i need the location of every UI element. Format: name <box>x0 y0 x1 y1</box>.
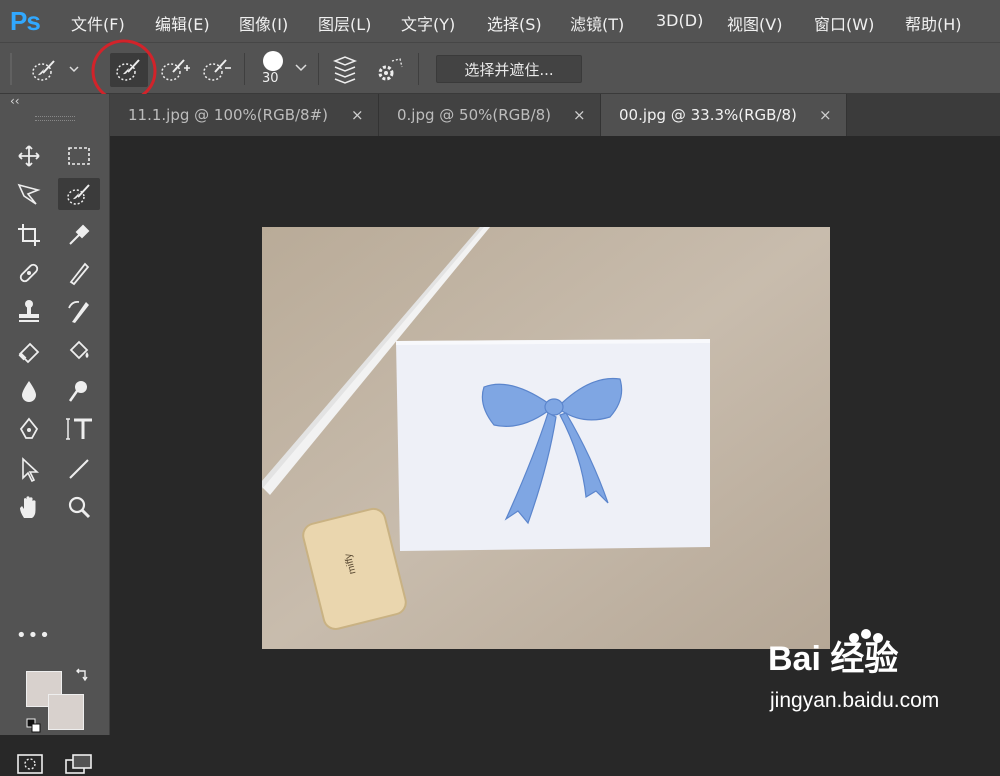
close-icon[interactable]: × <box>573 94 586 136</box>
menu-select[interactable]: 选择(S) <box>487 11 542 35</box>
crop-tool[interactable] <box>10 218 46 250</box>
document-tab-bar: 11.1.jpg @ 100%(RGB/8#) × 0.jpg @ 50%(RG… <box>110 94 1000 136</box>
svg-text:Bai 经验: Bai 经验 <box>768 639 898 678</box>
menu-edit[interactable]: 编辑(E) <box>155 11 210 35</box>
options-bar: 30 选择并遮住... <box>0 39 1000 103</box>
panel-grip[interactable] <box>35 116 75 121</box>
menu-window[interactable]: 窗口(W) <box>814 11 874 35</box>
add-to-selection-icon[interactable] <box>158 55 192 83</box>
menu-view[interactable]: 视图(V) <box>727 11 782 35</box>
brush-preview-icon[interactable] <box>261 49 285 73</box>
options-separator <box>318 53 319 85</box>
eraser-tool[interactable] <box>10 334 46 366</box>
photoshop-logo: Ps <box>10 6 41 36</box>
clone-stamp-tool[interactable] <box>10 294 46 326</box>
document-canvas[interactable]: miffy <box>262 227 830 649</box>
quick-selection-tool[interactable] <box>58 178 100 210</box>
zoom-tool[interactable] <box>60 490 96 522</box>
watermark-url: jingyan.baidu.com <box>770 689 940 712</box>
auto-enhance-icon[interactable] <box>374 55 406 85</box>
sample-all-layers-icon[interactable] <box>330 55 360 85</box>
brush-tool[interactable] <box>60 256 96 288</box>
quick-mask-icon[interactable] <box>16 752 44 776</box>
paint-bucket-tool[interactable] <box>60 334 96 366</box>
move-tool[interactable] <box>10 140 46 172</box>
spot-healing-brush-tool[interactable] <box>10 256 46 288</box>
swap-colors-icon[interactable] <box>74 668 90 684</box>
background-color-swatch[interactable] <box>48 694 84 730</box>
rectangular-marquee-tool[interactable] <box>60 140 96 172</box>
menu-type[interactable]: 文字(Y) <box>401 11 455 35</box>
type-tool[interactable] <box>58 412 98 444</box>
dodge-tool[interactable] <box>60 374 96 406</box>
history-brush-tool[interactable] <box>60 294 96 326</box>
photo-image: miffy <box>262 227 830 649</box>
subtract-from-selection-icon[interactable] <box>200 55 234 83</box>
tools-panel: ‹‹ ••• <box>0 94 110 774</box>
collapse-panel-button[interactable]: ‹‹ <box>10 94 20 108</box>
chevron-down-icon[interactable] <box>294 63 308 73</box>
options-grip <box>10 53 12 85</box>
tab-label: 11.1.jpg @ 100%(RGB/8#) <box>128 106 329 124</box>
lasso-tool[interactable] <box>10 178 46 210</box>
pen-tool[interactable] <box>10 412 46 444</box>
menu-file[interactable]: 文件(F) <box>71 11 125 35</box>
default-colors-icon[interactable] <box>26 718 42 734</box>
close-icon[interactable]: × <box>351 94 364 136</box>
path-selection-tool[interactable] <box>10 452 46 484</box>
menu-layer[interactable]: 图层(L) <box>318 11 371 35</box>
hand-tool[interactable] <box>10 490 46 522</box>
close-icon[interactable]: × <box>819 94 832 136</box>
menu-3d[interactable]: 3D(D) <box>656 11 703 30</box>
line-tool[interactable] <box>60 452 96 484</box>
tab-11-1-jpg[interactable]: 11.1.jpg @ 100%(RGB/8#) × <box>110 94 379 136</box>
tab-00-jpg[interactable]: 00.jpg @ 33.3%(RGB/8) × <box>601 94 847 136</box>
menu-image[interactable]: 图像(I) <box>239 11 288 35</box>
brush-size-value: 30 <box>262 71 279 86</box>
options-separator <box>418 53 419 85</box>
eyedropper-tool[interactable] <box>60 218 96 250</box>
more-tools-button[interactable]: ••• <box>16 625 51 646</box>
tab-label: 00.jpg @ 33.3%(RGB/8) <box>619 106 797 124</box>
menu-filter[interactable]: 滤镜(T) <box>570 11 624 35</box>
options-separator <box>244 53 245 85</box>
menu-help[interactable]: 帮助(H) <box>905 11 962 35</box>
screen-mode-icon[interactable] <box>64 752 94 776</box>
tab-0-jpg[interactable]: 0.jpg @ 50%(RGB/8) × <box>379 94 601 136</box>
blur-tool[interactable] <box>10 374 46 406</box>
baidu-paw-icon: Bai 经验 <box>768 629 898 678</box>
quick-selection-preset-icon[interactable] <box>30 57 86 83</box>
select-and-mask-button[interactable]: 选择并遮住... <box>436 55 582 83</box>
tab-label: 0.jpg @ 50%(RGB/8) <box>397 106 552 124</box>
